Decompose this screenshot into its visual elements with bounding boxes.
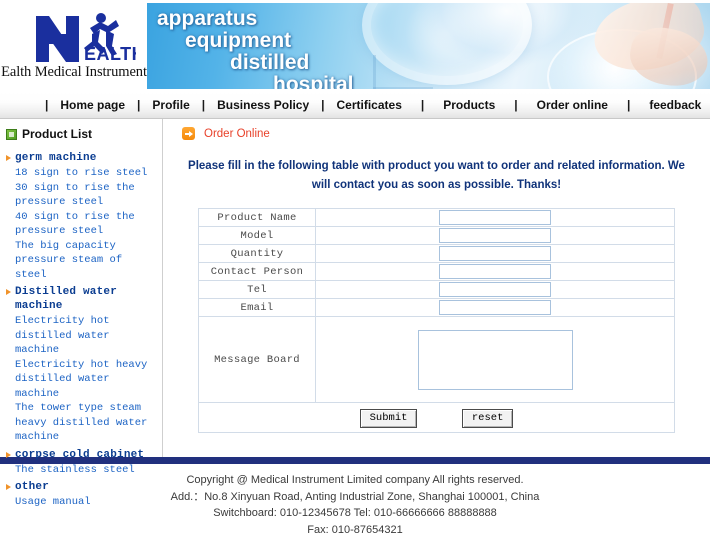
main-navigation: | Home page | Profile | Business Policy …: [0, 92, 710, 119]
table-row: Model: [198, 226, 675, 245]
tel-input[interactable]: [439, 282, 551, 297]
field-label-quantity: Quantity: [198, 244, 316, 263]
sidebar-group-corpse-cold-cabinet[interactable]: corpse cold cabinet: [4, 445, 158, 463]
message-board-textarea[interactable]: [417, 329, 573, 390]
nav-separator: |: [704, 98, 710, 112]
banner-word-3: distilled: [230, 51, 310, 74]
reset-button[interactable]: reset: [461, 409, 514, 428]
arrow-right-icon: [6, 289, 11, 295]
sidebar-item[interactable]: The big capacity pressure steam of steel: [4, 239, 158, 283]
hero-banner: apparatus equipment distilled hospital: [147, 3, 710, 89]
product-list-icon: [6, 128, 17, 140]
nav-item-certificates[interactable]: Certificates: [334, 98, 405, 112]
page-root: EALTH Ealth Medical Instrument apparatus…: [0, 0, 710, 544]
arrow-right-icon: [6, 451, 11, 458]
table-row: Message Board: [198, 316, 675, 403]
contact-person-input[interactable]: [439, 264, 551, 279]
nav-separator: |: [420, 98, 425, 112]
banner-word-1: apparatus: [157, 7, 258, 30]
health-logo-icon: EALTH: [36, 13, 136, 64]
field-label-email: Email: [198, 298, 316, 317]
nav-separator: |: [626, 98, 631, 112]
nav-separator: |: [45, 98, 49, 112]
company-name: Ealth Medical Instrument: [1, 64, 147, 80]
breadcrumb-label[interactable]: Order Online: [204, 128, 270, 140]
order-form-table: Product Name Model Quantity Contact Pers…: [198, 208, 675, 433]
sidebar-item[interactable]: Electricity hot heavy distilled water ma…: [4, 358, 158, 402]
nav-separator: |: [137, 98, 141, 112]
product-name-input[interactable]: [439, 210, 551, 225]
breadcrumb: Order Online: [173, 125, 700, 140]
site-logo[interactable]: EALTH Ealth Medical Instrument: [0, 0, 148, 92]
sidebar-group-label[interactable]: germ machine: [15, 151, 97, 165]
table-row: Submit reset: [198, 402, 675, 433]
form-actions: Submit reset: [198, 402, 675, 433]
nav-item-products[interactable]: Products: [440, 98, 498, 112]
nav-item-profile[interactable]: Profile: [149, 98, 192, 112]
field-cell-quantity: [315, 244, 675, 263]
sidebar-title: Product List: [4, 126, 158, 148]
site-header: EALTH Ealth Medical Instrument apparatus…: [0, 0, 710, 92]
sidebar-group-other[interactable]: other: [4, 477, 158, 495]
nav-item-feedback[interactable]: feedback: [646, 98, 704, 112]
nav-item-home-page[interactable]: Home page: [57, 98, 128, 112]
field-label-message-board: Message Board: [198, 316, 316, 403]
field-label-tel: Tel: [198, 280, 316, 299]
field-label-model: Model: [198, 226, 316, 245]
field-label-contact-person: Contact Person: [198, 262, 316, 281]
arrow-right-box-icon: [182, 127, 195, 140]
quantity-input[interactable]: [439, 246, 551, 261]
field-cell-product-name: [315, 208, 675, 227]
table-row: Product Name: [198, 208, 675, 227]
arrow-right-icon: [6, 155, 11, 161]
arrow-right-icon: [6, 484, 11, 490]
field-cell-tel: [315, 280, 675, 299]
sidebar-group-label[interactable]: Distilled water machine: [15, 285, 158, 313]
email-input[interactable]: [439, 300, 551, 315]
submit-button[interactable]: Submit: [359, 409, 418, 428]
sidebar: Product List germ machine 18 sign to ris…: [0, 119, 162, 508]
sidebar-group-label[interactable]: corpse cold cabinet: [15, 448, 144, 462]
nav-separator: |: [201, 98, 206, 112]
table-row: Email: [198, 298, 675, 317]
sidebar-item[interactable]: 40 sign to rise the pressure steel: [4, 210, 158, 239]
form-instructions: Please fill in the following table with …: [188, 160, 685, 191]
banner-keywords: apparatus equipment distilled hospital: [155, 5, 485, 89]
sidebar-group-germ-machine[interactable]: germ machine: [4, 148, 158, 166]
table-row: Contact Person: [198, 262, 675, 281]
main-content: Order Online Please fill in the followin…: [163, 119, 710, 457]
model-input[interactable]: [439, 228, 551, 243]
nav-separator: |: [514, 98, 518, 112]
table-row: Quantity: [198, 244, 675, 263]
nav-separator: |: [321, 98, 325, 112]
sidebar-group-label[interactable]: other: [15, 480, 49, 494]
sidebar-item[interactable]: Usage manual: [4, 495, 158, 510]
banner-word-4: hospital: [273, 73, 354, 89]
sidebar-item[interactable]: The stainless steel: [4, 463, 158, 478]
svg-text:EALTH: EALTH: [84, 44, 136, 64]
sidebar-item[interactable]: Electricity hot distilled water machine: [4, 314, 158, 358]
sidebar-item[interactable]: 18 sign to rise steel: [4, 166, 158, 181]
field-label-product-name: Product Name: [198, 208, 316, 227]
banner-word-2: equipment: [185, 29, 292, 52]
sidebar-item[interactable]: The tower type steam heavy distilled wat…: [4, 401, 158, 445]
table-row: Tel: [198, 280, 675, 299]
sidebar-title-label: Product List: [22, 127, 93, 141]
field-cell-email: [315, 298, 675, 317]
sidebar-item[interactable]: 30 sign to rise the pressure steel: [4, 181, 158, 210]
field-cell-model: [315, 226, 675, 245]
field-cell-contact-person: [315, 262, 675, 281]
nav-item-order-online[interactable]: Order online: [534, 98, 611, 112]
field-cell-message-board: [315, 316, 675, 403]
sidebar-group-distilled-water-machine[interactable]: Distilled water machine: [4, 282, 158, 314]
page-body: Product List germ machine 18 sign to ris…: [0, 119, 710, 508]
nav-item-business-policy[interactable]: Business Policy: [214, 98, 312, 112]
footer-fax: Fax: 010-87654321: [307, 523, 403, 536]
